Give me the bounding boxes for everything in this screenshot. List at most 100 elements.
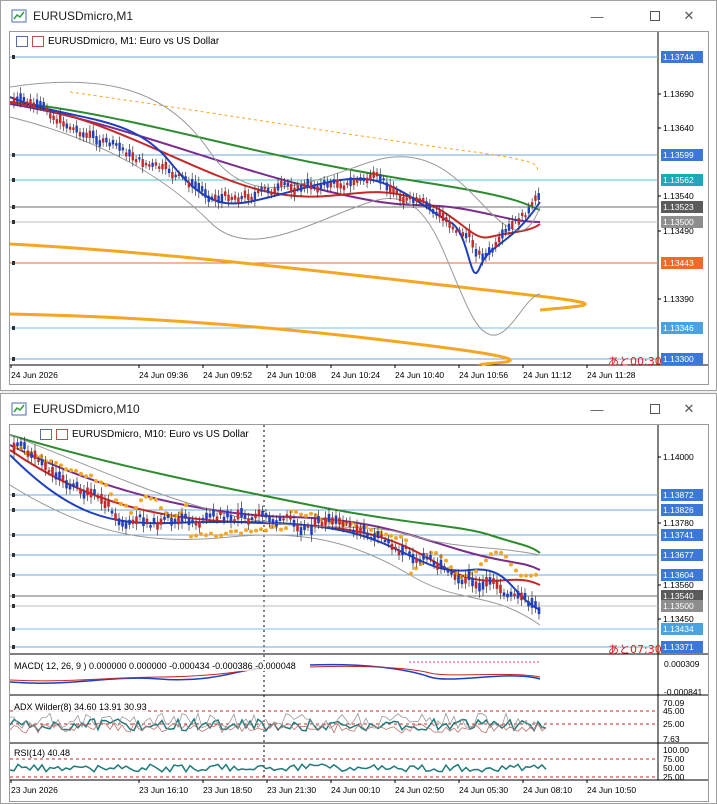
candle xyxy=(464,577,467,584)
price-chart-m1[interactable]: 1.13744 1.13599 1.13562 1.13523 1.13500 1.134… xyxy=(9,31,709,385)
candle xyxy=(261,510,264,517)
chart-window-m10[interactable]: EURUSDmicro,M10 — ✕ 1.13872 1.13826 1.1374… xyxy=(0,393,717,804)
candle xyxy=(494,242,497,248)
chart-symbol-icon[interactable] xyxy=(56,429,68,440)
chart-window-m1[interactable]: EURUSDmicro,M1 — ✕ 1.13744 1.13599 1.13562… xyxy=(0,0,717,391)
candle xyxy=(352,529,355,534)
close-button[interactable]: ✕ xyxy=(672,394,706,424)
candle xyxy=(323,180,326,186)
candle xyxy=(220,193,224,203)
chart-list-icon[interactable] xyxy=(40,429,52,440)
sar-dot xyxy=(124,503,128,508)
candle xyxy=(142,517,145,527)
candle xyxy=(237,197,240,204)
candle xyxy=(429,555,432,559)
level-handle xyxy=(12,493,15,497)
level-price-label: 1.13744 xyxy=(663,52,694,62)
candle xyxy=(309,182,313,190)
candle xyxy=(174,174,177,178)
candle xyxy=(42,101,45,107)
maximize-button[interactable] xyxy=(638,394,672,424)
candle xyxy=(40,458,44,466)
candle xyxy=(345,520,348,523)
candle xyxy=(292,519,296,527)
candle xyxy=(138,157,141,160)
candle xyxy=(313,518,317,527)
candle xyxy=(138,514,142,518)
sar-dot xyxy=(369,527,373,532)
candle xyxy=(362,524,366,534)
candle xyxy=(177,173,181,177)
candle xyxy=(200,186,204,192)
candle xyxy=(264,513,268,518)
candle xyxy=(446,570,450,573)
candle xyxy=(450,572,453,575)
price-tick-label: 1.14000 xyxy=(663,452,694,462)
sar-dot xyxy=(229,529,233,534)
level-handle xyxy=(12,205,15,209)
candle xyxy=(214,194,217,202)
candle xyxy=(240,508,243,518)
sar-dot xyxy=(114,498,118,503)
sar-dot xyxy=(134,505,138,510)
price-chart-m10[interactable]: 1.13872 1.13826 1.13741 1.13677 1.13604 1.135… xyxy=(9,424,709,802)
candle xyxy=(92,130,95,139)
candle xyxy=(422,553,425,560)
sar-dot xyxy=(504,554,508,559)
chart-app-icon xyxy=(11,401,27,417)
candle xyxy=(346,182,349,186)
candle xyxy=(121,521,124,527)
minimize-button[interactable]: — xyxy=(580,1,614,31)
candle xyxy=(26,101,29,104)
candle xyxy=(128,149,131,157)
candle xyxy=(332,179,336,184)
macd-bottom-value: -0.000841 xyxy=(664,687,703,697)
candle xyxy=(537,193,540,201)
sar-dot xyxy=(139,498,143,503)
sar-dot xyxy=(399,534,403,539)
level-price-label: 1.13500 xyxy=(663,601,694,611)
plot-area xyxy=(10,425,658,653)
sar-dot xyxy=(154,497,158,502)
price-tick-label: 1.13540 xyxy=(663,191,694,201)
adx-main-line xyxy=(10,717,547,733)
candle xyxy=(359,527,362,534)
time-tick-label: 24 Jun 05:30 xyxy=(459,785,508,795)
candle xyxy=(257,189,260,194)
candle xyxy=(207,195,210,203)
candle xyxy=(181,174,184,178)
candle xyxy=(369,537,373,540)
candle xyxy=(448,220,451,228)
time-tick-label: 24 Jun 10:50 xyxy=(587,785,636,795)
level-price-label: 1.13523 xyxy=(663,202,694,212)
close-button[interactable]: ✕ xyxy=(672,1,706,31)
candle xyxy=(32,102,35,109)
sar-dot xyxy=(219,533,223,538)
sar-dot xyxy=(429,550,433,555)
sar-dot xyxy=(99,480,103,485)
minimize-button[interactable]: — xyxy=(580,394,614,424)
candle xyxy=(290,183,293,193)
sar-dot xyxy=(449,565,453,570)
candle xyxy=(224,191,227,197)
candle xyxy=(491,248,494,253)
candle xyxy=(45,107,49,112)
maximize-button[interactable] xyxy=(638,1,672,31)
sar-dot xyxy=(384,532,388,537)
candle xyxy=(108,142,111,147)
candle xyxy=(111,139,115,145)
chart-symbol-icon[interactable] xyxy=(32,36,44,47)
candle xyxy=(412,197,415,204)
candle xyxy=(187,517,191,526)
candle xyxy=(253,191,257,201)
candle xyxy=(461,232,464,237)
candle xyxy=(471,577,474,587)
level-handle xyxy=(12,553,15,557)
candle xyxy=(445,217,448,223)
candle xyxy=(96,496,100,499)
candle xyxy=(128,519,131,525)
candle xyxy=(286,182,290,187)
price-tick-label: 1.13450 xyxy=(663,614,694,624)
candle xyxy=(285,514,289,518)
chart-list-icon[interactable] xyxy=(16,36,28,47)
